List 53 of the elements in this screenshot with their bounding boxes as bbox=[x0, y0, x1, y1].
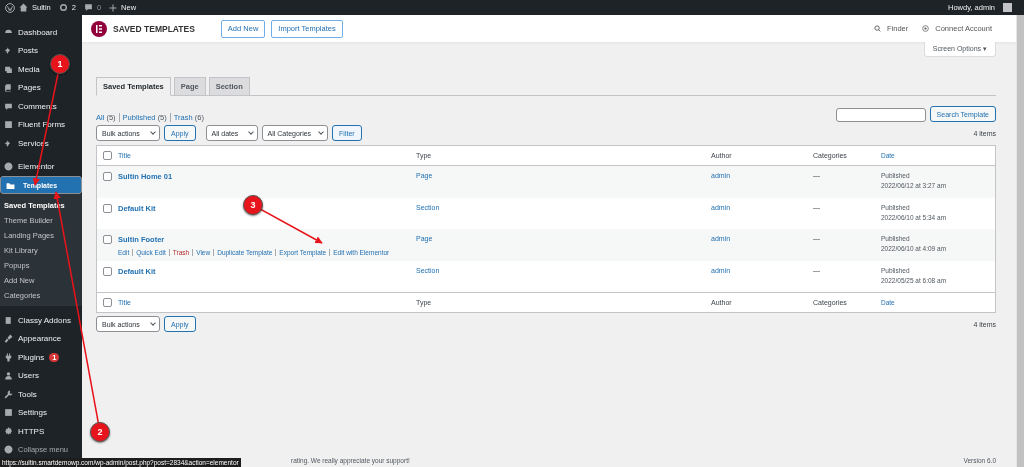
book-icon bbox=[4, 315, 13, 325]
menu-label: Posts bbox=[18, 46, 38, 56]
pin-icon bbox=[4, 46, 13, 56]
checkbox[interactable] bbox=[103, 266, 112, 276]
media-icon bbox=[4, 64, 13, 74]
menu-item[interactable]: Users bbox=[0, 366, 41, 385]
comment-icon bbox=[83, 3, 93, 12]
form-icon bbox=[4, 120, 13, 130]
brush-icon bbox=[4, 334, 13, 344]
plug-icon bbox=[4, 352, 13, 362]
menu-item[interactable]: Media bbox=[0, 60, 42, 79]
pin-icon bbox=[4, 138, 13, 148]
menu-item[interactable]: Appearance bbox=[0, 329, 64, 348]
account-icon bbox=[922, 25, 930, 32]
search-field[interactable] bbox=[835, 108, 926, 122]
menu-label: Dashboard bbox=[18, 27, 58, 37]
menu-label: Pages bbox=[18, 83, 41, 93]
search-icon bbox=[874, 25, 881, 32]
menu-item[interactable]: Classy Addons bbox=[0, 311, 73, 330]
menu-item[interactable]: HTTPS bbox=[0, 422, 47, 441]
checkbox[interactable] bbox=[103, 298, 112, 307]
refresh-icon bbox=[58, 3, 68, 12]
menu-item[interactable]: Settings bbox=[0, 403, 49, 422]
menu-label: Media bbox=[18, 64, 40, 74]
plus-icon bbox=[109, 3, 118, 12]
menu-label: Classy Addons bbox=[18, 315, 71, 325]
menu-label: Tools bbox=[18, 389, 37, 399]
home-icon bbox=[19, 3, 28, 12]
menu-item[interactable]: Dashboard bbox=[0, 23, 60, 42]
step-number-badge: 2 bbox=[90, 422, 110, 442]
wrench-icon bbox=[4, 389, 13, 399]
checkbox[interactable] bbox=[103, 172, 112, 181]
menu-label: Plugins bbox=[18, 352, 45, 362]
menu-label: Settings bbox=[18, 408, 47, 418]
menu-item[interactable]: Pages bbox=[0, 78, 43, 97]
menu-label: HTTPS bbox=[18, 426, 45, 436]
checkbox[interactable] bbox=[103, 203, 112, 213]
user-icon bbox=[4, 371, 13, 381]
page-title: SAVED TEMPLATES bbox=[113, 23, 195, 34]
wordpress-logo-icon[interactable] bbox=[5, 2, 15, 13]
gear-icon bbox=[4, 426, 13, 436]
elementor-logo-icon bbox=[91, 20, 107, 37]
folder-icon bbox=[6, 180, 15, 190]
menu-item[interactable]: Posts bbox=[0, 41, 40, 60]
menu-label: Appearance bbox=[18, 334, 62, 344]
pages-icon bbox=[4, 83, 13, 93]
scroll-bar[interactable] bbox=[1016, 15, 1024, 467]
checkbox[interactable] bbox=[103, 151, 112, 160]
menu-item[interactable]: Tools bbox=[0, 385, 39, 404]
speech-bubble-icon bbox=[4, 101, 13, 111]
square-icon bbox=[4, 408, 13, 418]
menu-label: Users bbox=[18, 371, 39, 381]
checkbox[interactable] bbox=[103, 235, 112, 244]
